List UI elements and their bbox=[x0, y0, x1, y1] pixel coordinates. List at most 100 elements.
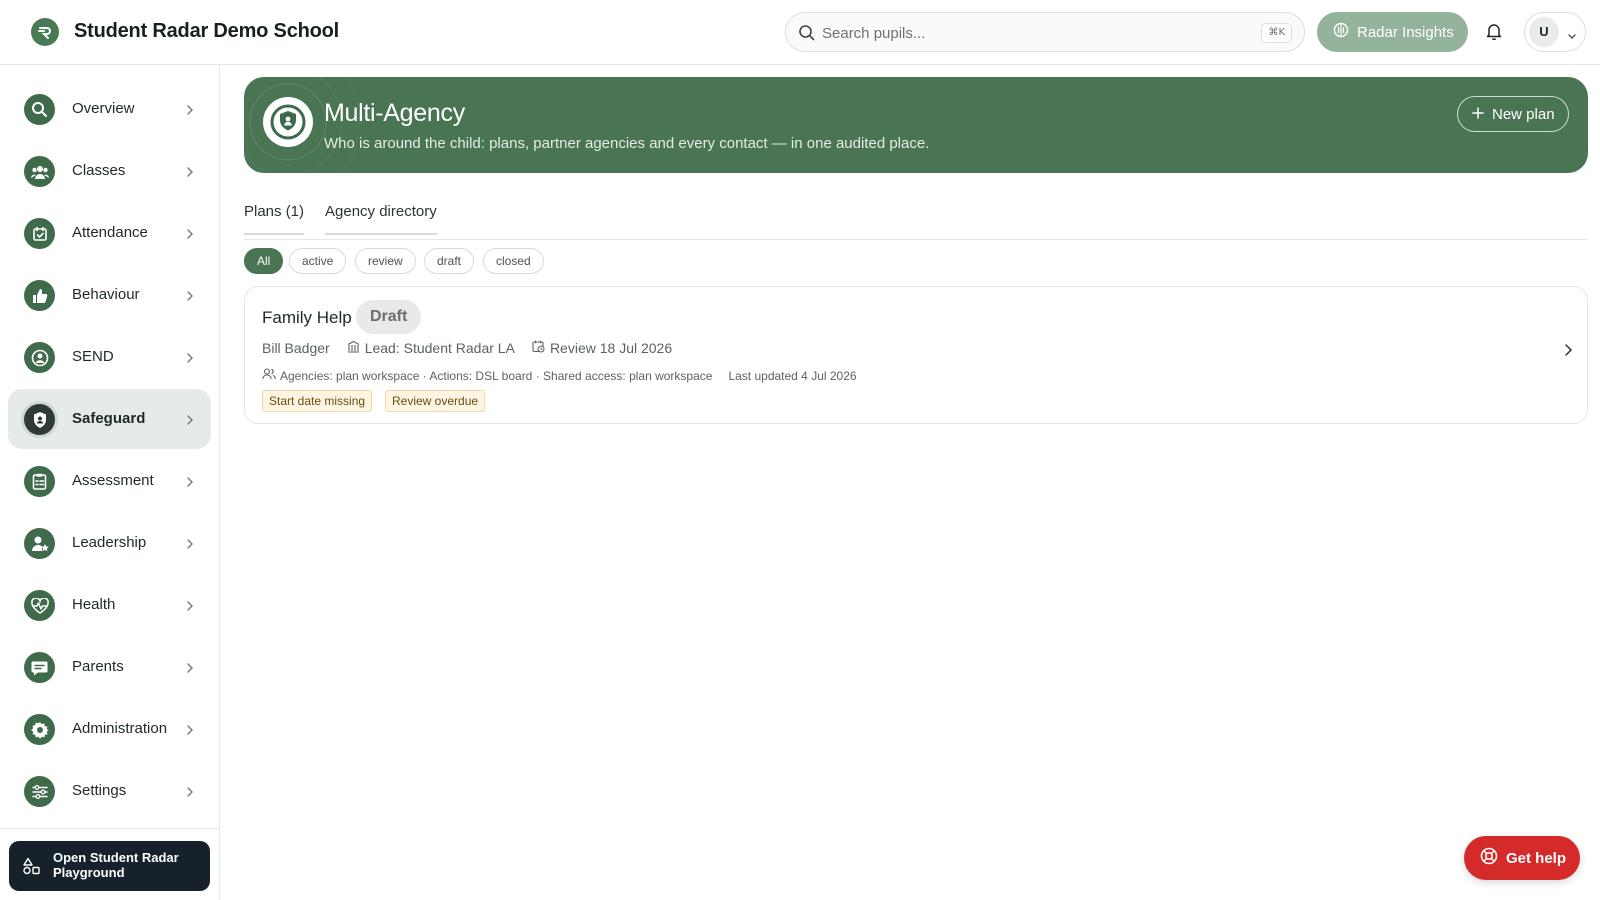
filter-review[interactable]: review bbox=[355, 248, 416, 274]
sidebar-item-label: Overview bbox=[72, 100, 135, 117]
sidebar: Overview Classes Attendance Behaviour SE… bbox=[0, 65, 220, 900]
sidebar-item-assessment[interactable]: Assessment bbox=[8, 451, 211, 511]
filter-all[interactable]: All bbox=[244, 248, 284, 274]
get-help-label: Get help bbox=[1506, 849, 1567, 867]
filter-closed[interactable]: closed bbox=[483, 248, 544, 274]
radar-insights-button[interactable]: Radar Insights bbox=[1317, 12, 1468, 52]
plan-last-updated: Last updated 4 Jul 2026 bbox=[728, 368, 857, 383]
sidebar-item-label: Leadership bbox=[72, 534, 147, 551]
flag-review-overdue: Review overdue bbox=[385, 390, 486, 412]
sidebar-item-settings[interactable]: Settings bbox=[8, 761, 211, 821]
pupil-name: Bill Badger bbox=[262, 340, 330, 356]
app-title: Student Radar Demo School bbox=[74, 20, 340, 42]
bell-icon[interactable] bbox=[1486, 22, 1502, 45]
sidebar-item-overview[interactable]: Overview bbox=[8, 79, 211, 139]
tab-agency-directory[interactable]: Agency directory bbox=[325, 203, 437, 235]
sidebar-item-label: Administration bbox=[72, 720, 168, 737]
status-badge: Draft bbox=[356, 300, 422, 334]
sidebar-item-label: Behaviour bbox=[72, 286, 140, 303]
sidebar-item-label: Safeguard bbox=[72, 410, 146, 427]
tab-bar: Plans (1) Agency directory bbox=[244, 192, 1588, 240]
sidebar-item-leadership[interactable]: Leadership bbox=[8, 513, 211, 573]
building-icon bbox=[347, 340, 360, 356]
plan-card[interactable]: Family Help Draft Bill Badger Lead: Stud… bbox=[244, 286, 1588, 424]
search-bar[interactable]: ⌘K bbox=[785, 12, 1305, 52]
app-logo-icon[interactable] bbox=[31, 18, 59, 46]
gear-icon bbox=[24, 714, 55, 745]
page-title: Multi-Agency bbox=[324, 99, 465, 127]
search-icon bbox=[24, 94, 55, 125]
search-shortcut-badge: ⌘K bbox=[1261, 23, 1292, 43]
chevron-right-icon bbox=[186, 227, 194, 245]
get-help-button[interactable]: Get help bbox=[1464, 836, 1580, 880]
sidebar-item-label: Health bbox=[72, 596, 116, 613]
lifebuoy-icon bbox=[1480, 847, 1498, 869]
sidebar-item-parents[interactable]: Parents bbox=[8, 637, 211, 697]
chevron-right-icon bbox=[186, 103, 194, 121]
users-icon bbox=[262, 368, 276, 383]
chat-icon bbox=[24, 652, 55, 683]
sidebar-item-behaviour[interactable]: Behaviour bbox=[8, 265, 211, 325]
chevron-right-icon bbox=[186, 785, 194, 803]
calendar-clock-icon bbox=[532, 340, 545, 356]
user-menu[interactable]: U bbox=[1524, 12, 1586, 52]
plan-details: Agencies: plan workspace · Actions: DSL … bbox=[262, 368, 873, 383]
shapes-icon bbox=[22, 857, 40, 878]
search-input[interactable] bbox=[822, 22, 1242, 44]
top-bar: Student Radar Demo School ⌘K Radar Insig… bbox=[0, 0, 1600, 65]
sidebar-item-attendance[interactable]: Attendance bbox=[8, 203, 211, 263]
chevron-right-icon bbox=[186, 599, 194, 617]
filter-active[interactable]: active bbox=[289, 248, 347, 274]
sidebar-item-label: Settings bbox=[72, 782, 127, 799]
person-circle-icon bbox=[24, 342, 55, 373]
shield-icon bbox=[263, 97, 313, 147]
radar-insights-label: Radar Insights bbox=[1357, 23, 1454, 41]
plan-title: Family Help bbox=[262, 308, 352, 327]
sidebar-divider bbox=[0, 828, 219, 829]
chevron-right-icon bbox=[186, 351, 194, 369]
tab-plans[interactable]: Plans (1) bbox=[244, 203, 305, 235]
sidebar-item-administration[interactable]: Administration bbox=[8, 699, 211, 759]
sidebar-item-label: Attendance bbox=[72, 224, 148, 241]
sidebar-item-label: Classes bbox=[72, 162, 126, 179]
chevron-right-icon bbox=[186, 661, 194, 679]
plan-meta: Bill Badger Lead: Student Radar LA Revie… bbox=[262, 340, 689, 356]
heart-pulse-icon bbox=[24, 590, 55, 621]
plan-review-date: Review 18 Jul 2026 bbox=[549, 340, 673, 356]
flag-start-date-missing: Start date missing bbox=[262, 390, 373, 412]
thumbs-up-icon bbox=[24, 280, 55, 311]
open-playground-label: Open Student Radar Playground bbox=[53, 850, 179, 880]
page-subtitle: Who is around the child: plans, partner … bbox=[324, 135, 930, 152]
plan-lead: Lead: Student Radar LA bbox=[364, 340, 515, 356]
clipboard-icon bbox=[24, 466, 55, 497]
chevron-right-icon bbox=[186, 475, 194, 493]
new-plan-label: New plan bbox=[1492, 105, 1555, 123]
chevron-right-icon[interactable] bbox=[1563, 343, 1573, 362]
chevron-down-icon bbox=[1567, 28, 1577, 46]
search-icon bbox=[798, 24, 815, 46]
filter-draft[interactable]: draft bbox=[424, 248, 475, 274]
user-star-icon bbox=[24, 528, 55, 559]
sidebar-item-safeguard[interactable]: Safeguard bbox=[8, 389, 211, 449]
sidebar-item-label: Assessment bbox=[72, 472, 154, 489]
sidebar-item-classes[interactable]: Classes bbox=[8, 141, 211, 201]
sidebar-item-send[interactable]: SEND bbox=[8, 327, 211, 387]
sidebar-item-label: Parents bbox=[72, 658, 124, 675]
chevron-right-icon bbox=[186, 413, 194, 431]
chevron-right-icon bbox=[186, 723, 194, 741]
sidebar-item-health[interactable]: Health bbox=[8, 575, 211, 635]
chevron-right-icon bbox=[186, 537, 194, 555]
chevron-right-icon bbox=[186, 165, 194, 183]
new-plan-button[interactable]: New plan bbox=[1457, 96, 1569, 132]
people-icon bbox=[24, 156, 55, 187]
shield-person-icon bbox=[24, 404, 55, 435]
open-playground-button[interactable]: Open Student Radar Playground bbox=[9, 841, 210, 891]
plus-icon bbox=[1472, 106, 1484, 123]
calendar-check-icon bbox=[24, 218, 55, 249]
brain-icon bbox=[1333, 22, 1349, 42]
sliders-icon bbox=[24, 776, 55, 807]
plan-details-text: Agencies: plan workspace · Actions: DSL … bbox=[280, 368, 713, 383]
sidebar-item-label: SEND bbox=[72, 348, 114, 365]
avatar: U bbox=[1529, 17, 1559, 47]
multi-agency-banner: Multi-Agency Who is around the child: pl… bbox=[244, 77, 1588, 173]
